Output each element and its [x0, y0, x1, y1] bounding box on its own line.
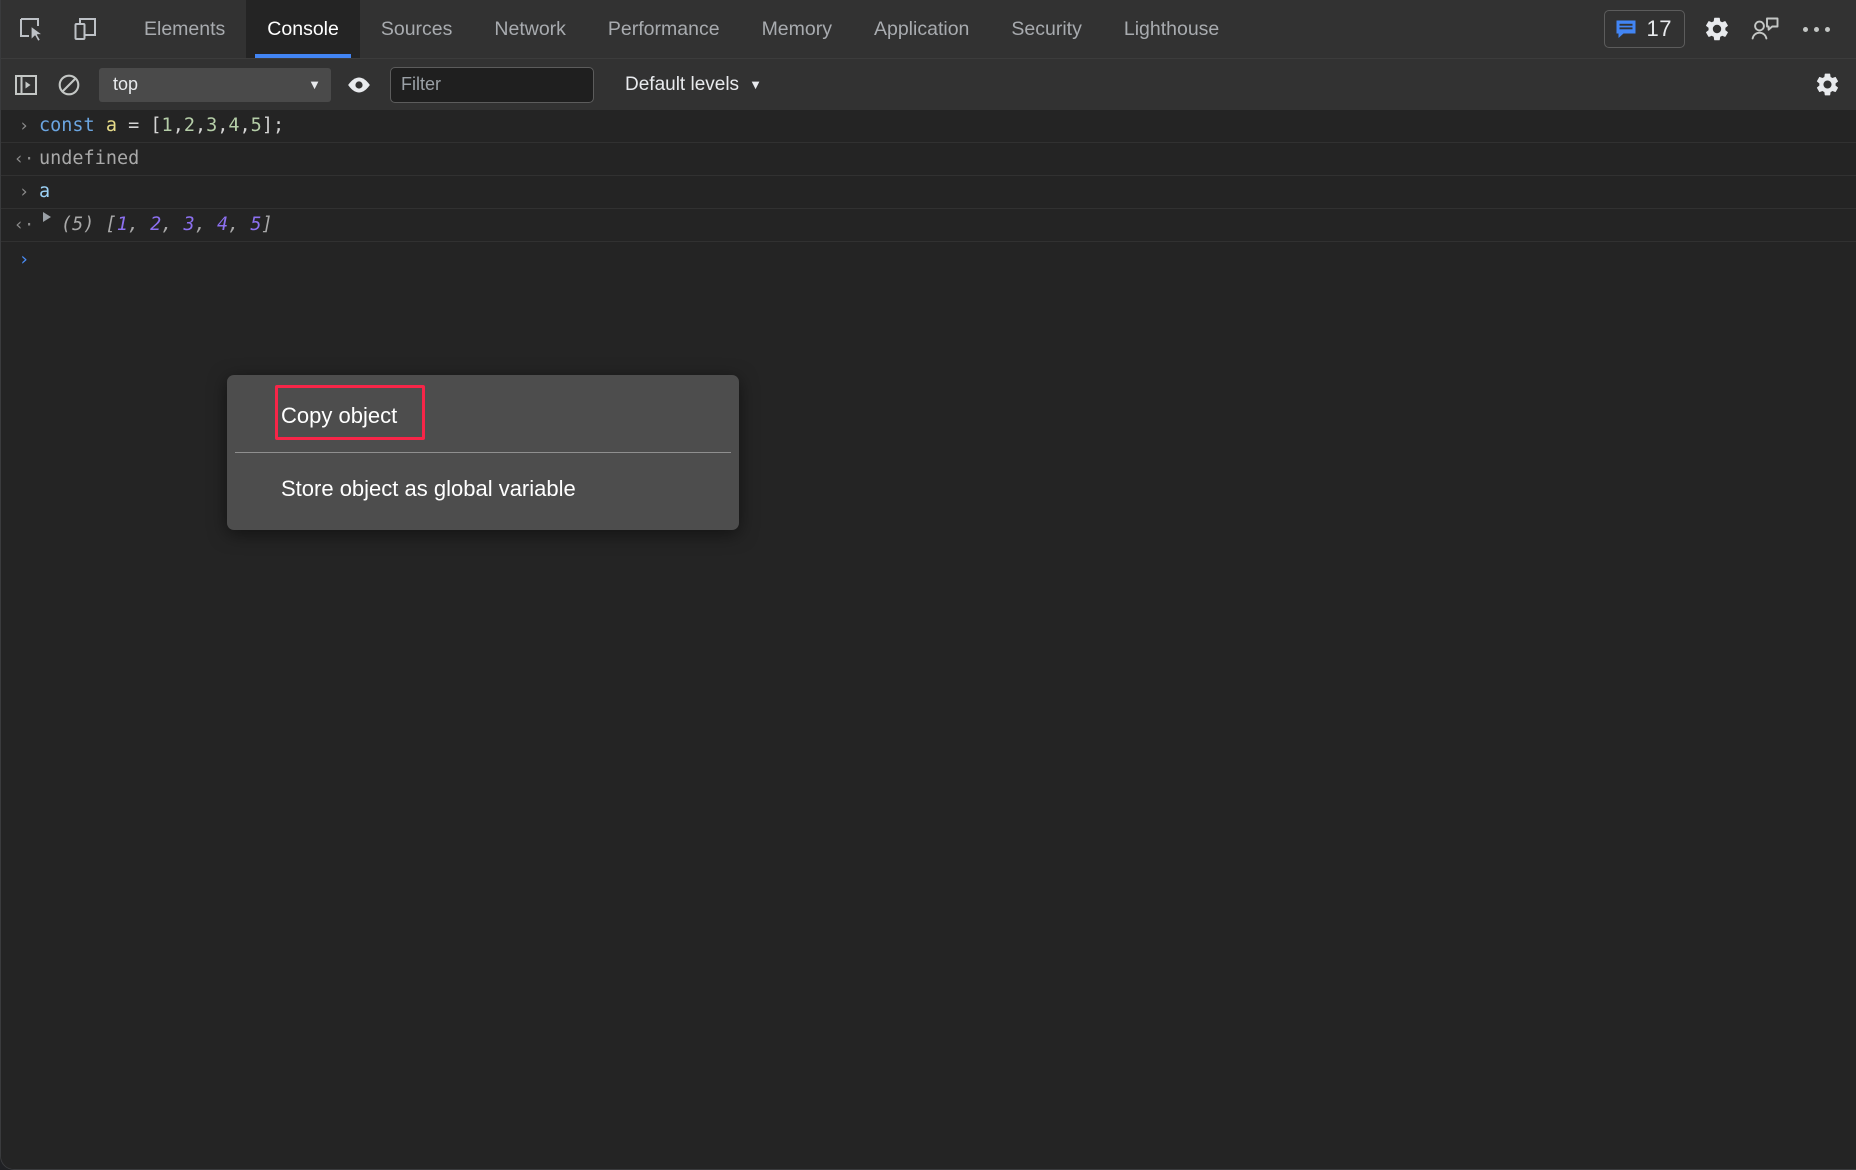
- output-arrow-icon: ‹·: [9, 212, 39, 238]
- tab-console[interactable]: Console: [246, 0, 360, 58]
- tab-sources[interactable]: Sources: [360, 0, 474, 58]
- tab-label: Console: [267, 18, 339, 41]
- token: a: [106, 115, 117, 136]
- context-menu: Copy object Store object as global varia…: [227, 375, 739, 530]
- live-expression-eye-icon[interactable]: [344, 70, 374, 100]
- tabbar-left-icons: [1, 0, 101, 58]
- token: ,: [161, 214, 183, 235]
- prompt-chevron-icon: ›: [9, 249, 39, 270]
- array-item: 2: [150, 214, 161, 235]
- execution-context-selector[interactable]: top ▼: [99, 68, 331, 102]
- panel-tabs: Elements Console Sources Network Perform…: [123, 0, 1240, 58]
- execution-context-value: top: [113, 74, 138, 95]
- console-settings-gear-icon[interactable]: [1812, 70, 1842, 100]
- person-speech-bubble-icon[interactable]: [1749, 13, 1781, 45]
- console-message-text: a: [39, 179, 50, 205]
- inspect-element-icon[interactable]: [15, 13, 47, 45]
- token: 1: [162, 115, 173, 136]
- array-item: 5: [250, 214, 261, 235]
- filter-bar-right: [1812, 70, 1842, 100]
- tab-label: Security: [1011, 18, 1081, 41]
- tab-memory[interactable]: Memory: [741, 0, 853, 58]
- tab-label: Application: [874, 18, 969, 41]
- gear-icon[interactable]: [1701, 13, 1733, 45]
- input-chevron-icon: ›: [9, 179, 39, 205]
- more-options-icon[interactable]: [1797, 19, 1836, 40]
- devtools-tabbar: Elements Console Sources Network Perform…: [1, 0, 1856, 58]
- console-message-text: const a = [1,2,3,4,5];: [39, 113, 284, 139]
- clear-console-icon[interactable]: [54, 70, 84, 100]
- console-filter-bar: top ▼ Default levels ▼: [1, 58, 1856, 110]
- console-message-input[interactable]: › a: [1, 176, 1856, 209]
- tab-lighthouse[interactable]: Lighthouse: [1103, 0, 1240, 58]
- context-menu-item-label: Copy object: [281, 403, 397, 429]
- token: ,: [173, 115, 184, 136]
- tab-elements[interactable]: Elements: [123, 0, 246, 58]
- output-arrow-icon: ‹·: [9, 146, 39, 172]
- array-item: 3: [184, 214, 195, 235]
- array-item: 4: [217, 214, 228, 235]
- token: ,: [228, 214, 250, 235]
- console-message-list[interactable]: › const a = [1,2,3,4,5]; ‹· undefined › …: [1, 110, 1856, 1169]
- tab-label: Elements: [144, 18, 225, 41]
- tab-label: Sources: [381, 18, 453, 41]
- tab-label: Performance: [608, 18, 720, 41]
- log-levels-dropdown[interactable]: Default levels ▼: [619, 70, 768, 100]
- console-message-object-result[interactable]: ‹· (5) [1, 2, 3, 4, 5]: [1, 209, 1856, 242]
- context-menu-item-copy-object[interactable]: Copy object: [227, 380, 739, 452]
- console-sidebar-icon[interactable]: [11, 70, 41, 100]
- token: const: [39, 115, 95, 136]
- token: ]: [262, 214, 273, 235]
- console-message-text: (5) [1, 2, 3, 4, 5]: [61, 212, 273, 238]
- chevron-down-icon: ▼: [308, 77, 321, 92]
- token: 3: [206, 115, 217, 136]
- console-filter-input[interactable]: [390, 67, 594, 103]
- console-message-text: undefined: [39, 146, 139, 172]
- token: ,: [240, 115, 251, 136]
- console-message-result[interactable]: ‹· undefined: [1, 143, 1856, 176]
- log-levels-label: Default levels: [625, 74, 739, 96]
- tab-network[interactable]: Network: [473, 0, 587, 58]
- tab-security[interactable]: Security: [990, 0, 1102, 58]
- token: 2: [184, 115, 195, 136]
- devtools-window: Elements Console Sources Network Perform…: [0, 0, 1856, 1170]
- token: 4: [228, 115, 239, 136]
- array-item: 1: [117, 214, 128, 235]
- token: [: [94, 214, 116, 235]
- tab-label: Memory: [762, 18, 832, 41]
- tab-performance[interactable]: Performance: [587, 0, 741, 58]
- tab-label: Network: [494, 18, 566, 41]
- tab-label: Lighthouse: [1124, 18, 1219, 41]
- tab-application[interactable]: Application: [853, 0, 990, 58]
- token: 5: [251, 115, 262, 136]
- device-toolbar-icon[interactable]: [69, 13, 101, 45]
- console-prompt-row[interactable]: ›: [1, 242, 1856, 276]
- issues-count: 17: [1647, 16, 1672, 42]
- context-menu-item-store-as-global[interactable]: Store object as global variable: [227, 453, 739, 525]
- expand-triangle-icon[interactable]: [43, 212, 51, 222]
- context-menu-item-label: Store object as global variable: [281, 476, 576, 502]
- issues-badge[interactable]: 17: [1604, 10, 1685, 48]
- token: [95, 115, 106, 136]
- token: ,: [217, 115, 228, 136]
- token: =: [117, 115, 150, 136]
- chevron-down-icon: ▼: [749, 77, 762, 92]
- console-message-input[interactable]: › const a = [1,2,3,4,5];: [1, 110, 1856, 143]
- token: [: [150, 115, 161, 136]
- message-issue-icon: [1614, 17, 1638, 41]
- tabbar-right-actions: 17: [1604, 0, 1856, 58]
- token: ];: [262, 115, 284, 136]
- input-chevron-icon: ›: [9, 113, 39, 139]
- token: ,: [195, 115, 206, 136]
- token: ,: [128, 214, 150, 235]
- array-length: (5): [61, 214, 94, 235]
- token: ,: [195, 214, 217, 235]
